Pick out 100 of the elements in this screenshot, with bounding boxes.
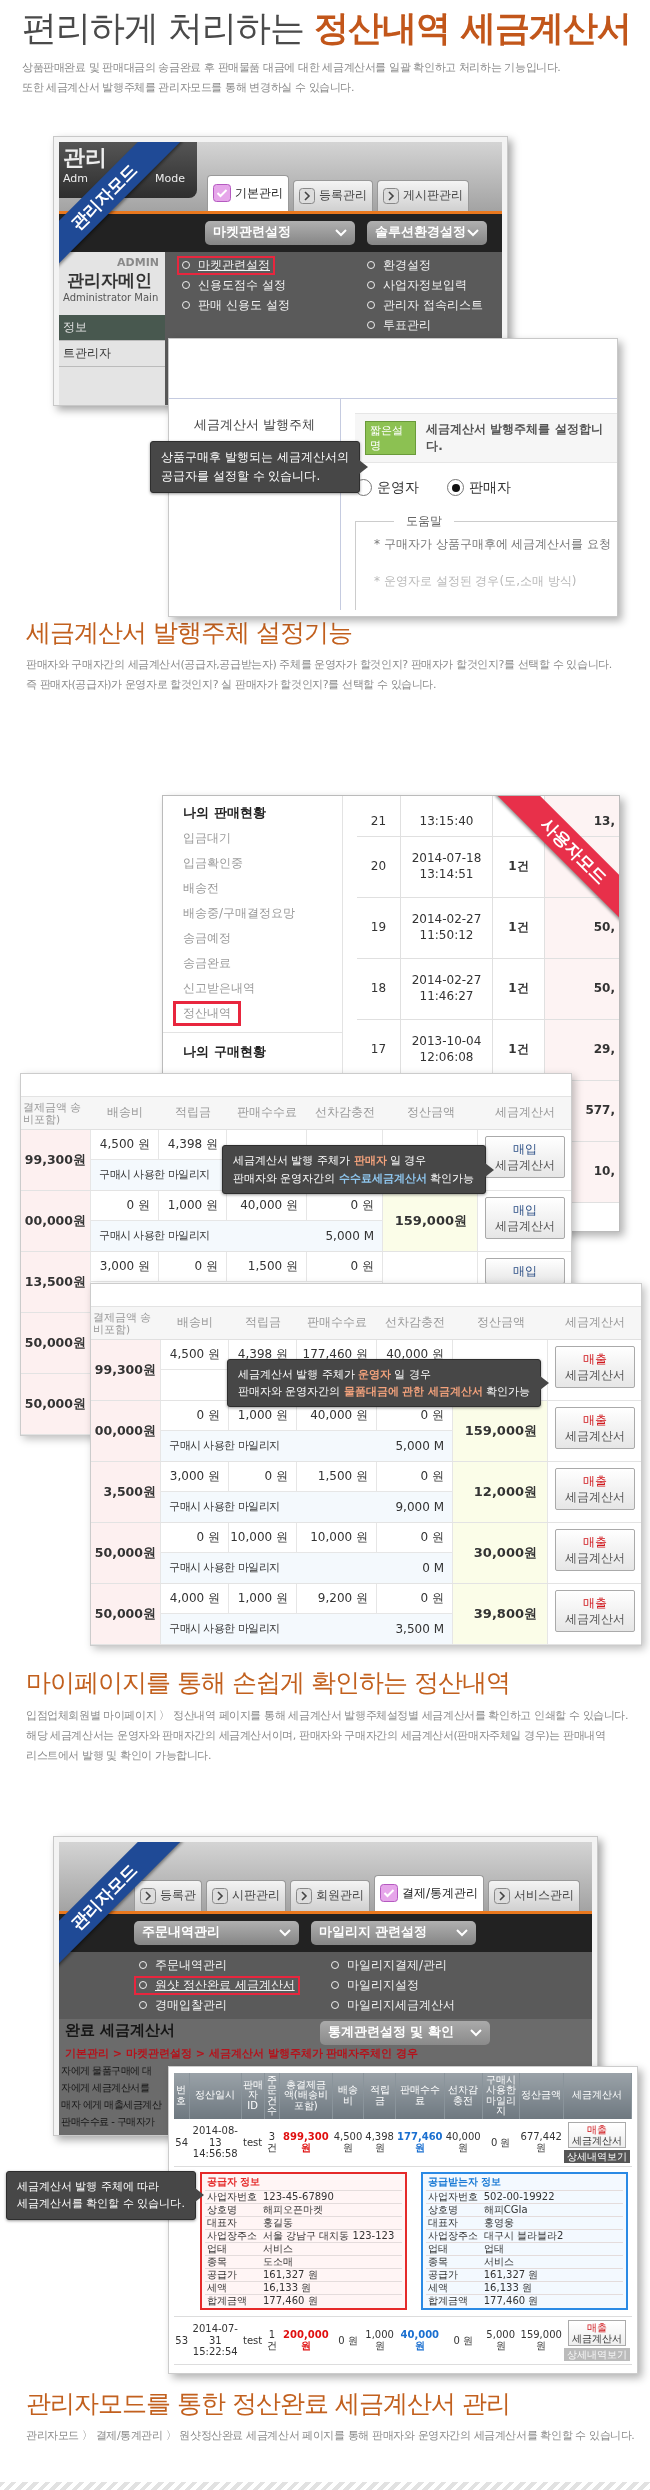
field-value: 해피오픈마켓	[263, 2203, 324, 2216]
chevron-right-icon	[212, 1887, 228, 1904]
menu-item[interactable]: 환경설정	[362, 255, 436, 275]
invoice-button[interactable]: 매입 세금계산서	[484, 1136, 565, 1178]
menu-tab[interactable]: 서비스관리	[488, 1879, 581, 1911]
field-value: 도소매	[263, 2255, 294, 2268]
chevron-right-icon	[383, 187, 399, 204]
menu-tab[interactable]: 결제/통계관리	[374, 1874, 485, 1911]
table-cell: 99,300원	[91, 1340, 161, 1400]
check-icon	[380, 1884, 398, 1902]
invoice-button[interactable]: 매출 세금계산서	[554, 1346, 635, 1388]
invoice-button[interactable]: 매출 세금계산서	[554, 1407, 635, 1449]
menu-item[interactable]: 판매 신용도 설정	[177, 295, 295, 315]
invoice-button[interactable]: 매출 세금계산서	[554, 1468, 635, 1510]
mileage-label: 구매시 사용한 마일리지	[169, 1622, 280, 1636]
section-description: 판매자와 구매자간의 세금계산서(공급자,공급받는자) 주체를 운영자가 할것인지? 판매자가 할것인지?를 선택할 수 있습니다. 즉 판매자(공급자)가 운영자로 할것인지? 실 판매자가 할것인지?를 선택할 수 있습니다.	[25, 657, 613, 693]
menu-item[interactable]: 관리자 접속리스트	[362, 295, 488, 315]
mileage-label: 구매시 사용한 마일리지	[99, 1168, 210, 1182]
menu-item[interactable]: 원샷 정산완료 세금계산서	[134, 1975, 300, 1995]
menu-tab[interactable]: 기본관리	[207, 174, 289, 211]
mileage-value: 0 M	[422, 1561, 444, 1575]
mileage-value: 3,500 M	[395, 1622, 444, 1636]
field-label: 상호명	[207, 2203, 238, 2216]
column-header: 번호	[174, 2072, 190, 2119]
menu-item[interactable]: 경매입찰관리	[134, 1995, 232, 2015]
table-cell: 99,300원	[21, 1130, 91, 1190]
table-cell: test	[243, 2334, 263, 2346]
table-cell: 177,460 원	[397, 2130, 443, 2154]
radio-option[interactable]: 판매자	[447, 478, 511, 497]
field-label: 공급가	[427, 2268, 459, 2281]
column-header: 적립금	[363, 2072, 396, 2119]
table-cell: 2014-07-31 15:22:54	[192, 2323, 238, 2357]
menu-tab[interactable]: 회원관리	[290, 1879, 370, 1911]
table-cell: 1 건	[266, 2328, 277, 2352]
field-label: 세금계산서 발행주체	[194, 416, 315, 432]
field-value: 홍영웅	[483, 2216, 515, 2229]
menu-item[interactable]: 사업자정보입력	[362, 275, 472, 295]
chevron-right-icon	[296, 1887, 312, 1904]
field-value: 대구시 블라블라2	[483, 2229, 565, 2242]
column-header: 판매수수료	[395, 2072, 445, 2119]
table-cell: 0 원	[453, 2334, 473, 2346]
table-cell: 50,	[545, 898, 619, 958]
table-cell: 40,000 원	[240, 1197, 298, 1214]
field-label: 세액	[207, 2281, 228, 2294]
field-value: 해피CGIa	[483, 2203, 529, 2216]
invoice-button[interactable]: 매출 세금계산서	[554, 1529, 635, 1571]
table-cell: 54	[175, 2136, 189, 2148]
table-cell: 0 원	[420, 1590, 444, 1607]
admin-label: ADMIN	[116, 254, 160, 269]
table-cell: 1건	[508, 1042, 529, 1058]
field-value: 서울 강남구 대치동 123-123	[263, 2229, 396, 2242]
table-cell: 4,500 원	[333, 2130, 363, 2154]
logo-subtitle: Mode	[155, 171, 185, 185]
table-cell: 2014-07-18 13:14:51	[411, 851, 482, 883]
section-title: 관리자모드를 통한 정산완료 세금계산서 관리	[25, 2387, 511, 2420]
menu-item[interactable]: 주문내역관리	[134, 1955, 232, 1975]
menu-item[interactable]: 마일리지설정	[326, 1975, 424, 1995]
field-label: 공급가	[207, 2268, 238, 2281]
page-title: 편리하게 처리하는 정산내역 세금계산서	[22, 7, 633, 50]
column-header: 정산일시	[189, 2072, 242, 2119]
table-cell: 0 원	[490, 2136, 511, 2148]
invoice-button[interactable]: 매입	[484, 1258, 565, 1284]
details-button[interactable]: 상세내역보기	[564, 2149, 631, 2163]
sidebar-item[interactable]: 트관리자	[59, 340, 165, 367]
table-cell: 177,460 원	[302, 1346, 368, 1363]
menu-item[interactable]: 마일리지결제/관리	[326, 1955, 453, 1975]
column-header: 총결제금액(배송비포함)	[279, 2072, 333, 2119]
column-header: 결제금액 송비포함)	[92, 1310, 153, 1336]
invoice-button[interactable]: 매출 세금계산서	[568, 2121, 627, 2148]
field-label: 사업장주소	[427, 2229, 479, 2242]
invoice-button[interactable]: 매입 세금계산서	[484, 1197, 565, 1239]
menu-item[interactable]: 신용도점수 설정	[177, 275, 291, 295]
column-header: 정산금액	[519, 2072, 564, 2119]
menu-item[interactable]: 투표관리	[362, 315, 436, 335]
field-value: 177,460 원	[263, 2294, 319, 2307]
table-cell: 1,500 원	[247, 1258, 298, 1275]
table-cell: 2013-10-04 12:06:08	[411, 1034, 482, 1066]
table-cell: 21	[370, 814, 387, 830]
menu-tab[interactable]: 시판관리	[206, 1879, 286, 1911]
chevron-right-icon	[140, 1887, 156, 1904]
sidebar-item[interactable]: 정보	[59, 314, 165, 341]
sidebar-heading: 나의 구매현황	[183, 1043, 267, 1061]
invoice-button[interactable]: 매출 세금계산서	[568, 2319, 627, 2346]
table-cell: 1,000 원	[365, 2328, 394, 2352]
mileage-value: 9,000 M	[395, 1500, 444, 1514]
invoice-button[interactable]: 매출 세금계산서	[554, 1590, 635, 1632]
chevron-down-icon	[470, 2028, 482, 2037]
field-label: 업태	[207, 2242, 228, 2255]
menu-item[interactable]: 마일리지세금계산서	[326, 1995, 460, 2015]
table-cell: 3 건	[266, 2130, 277, 2154]
table-cell: test	[243, 2136, 263, 2148]
tooltip-text: 상품구매후 발행되는 세금계산서의 공급자를 설정할 수 있습니다.	[161, 448, 349, 485]
menu-tab[interactable]: 등록관리	[293, 179, 373, 211]
menu-tab[interactable]: 등록관	[134, 1879, 202, 1911]
menu-tab[interactable]: 게시판관리	[377, 179, 469, 211]
table-cell: 0 원	[420, 1529, 444, 1546]
chevron-right-icon	[494, 1887, 511, 1904]
help-title: 도움말	[405, 512, 443, 530]
menu-item[interactable]: 마켓관련설정	[177, 255, 275, 275]
table-cell: 12,000원	[453, 1462, 548, 1522]
